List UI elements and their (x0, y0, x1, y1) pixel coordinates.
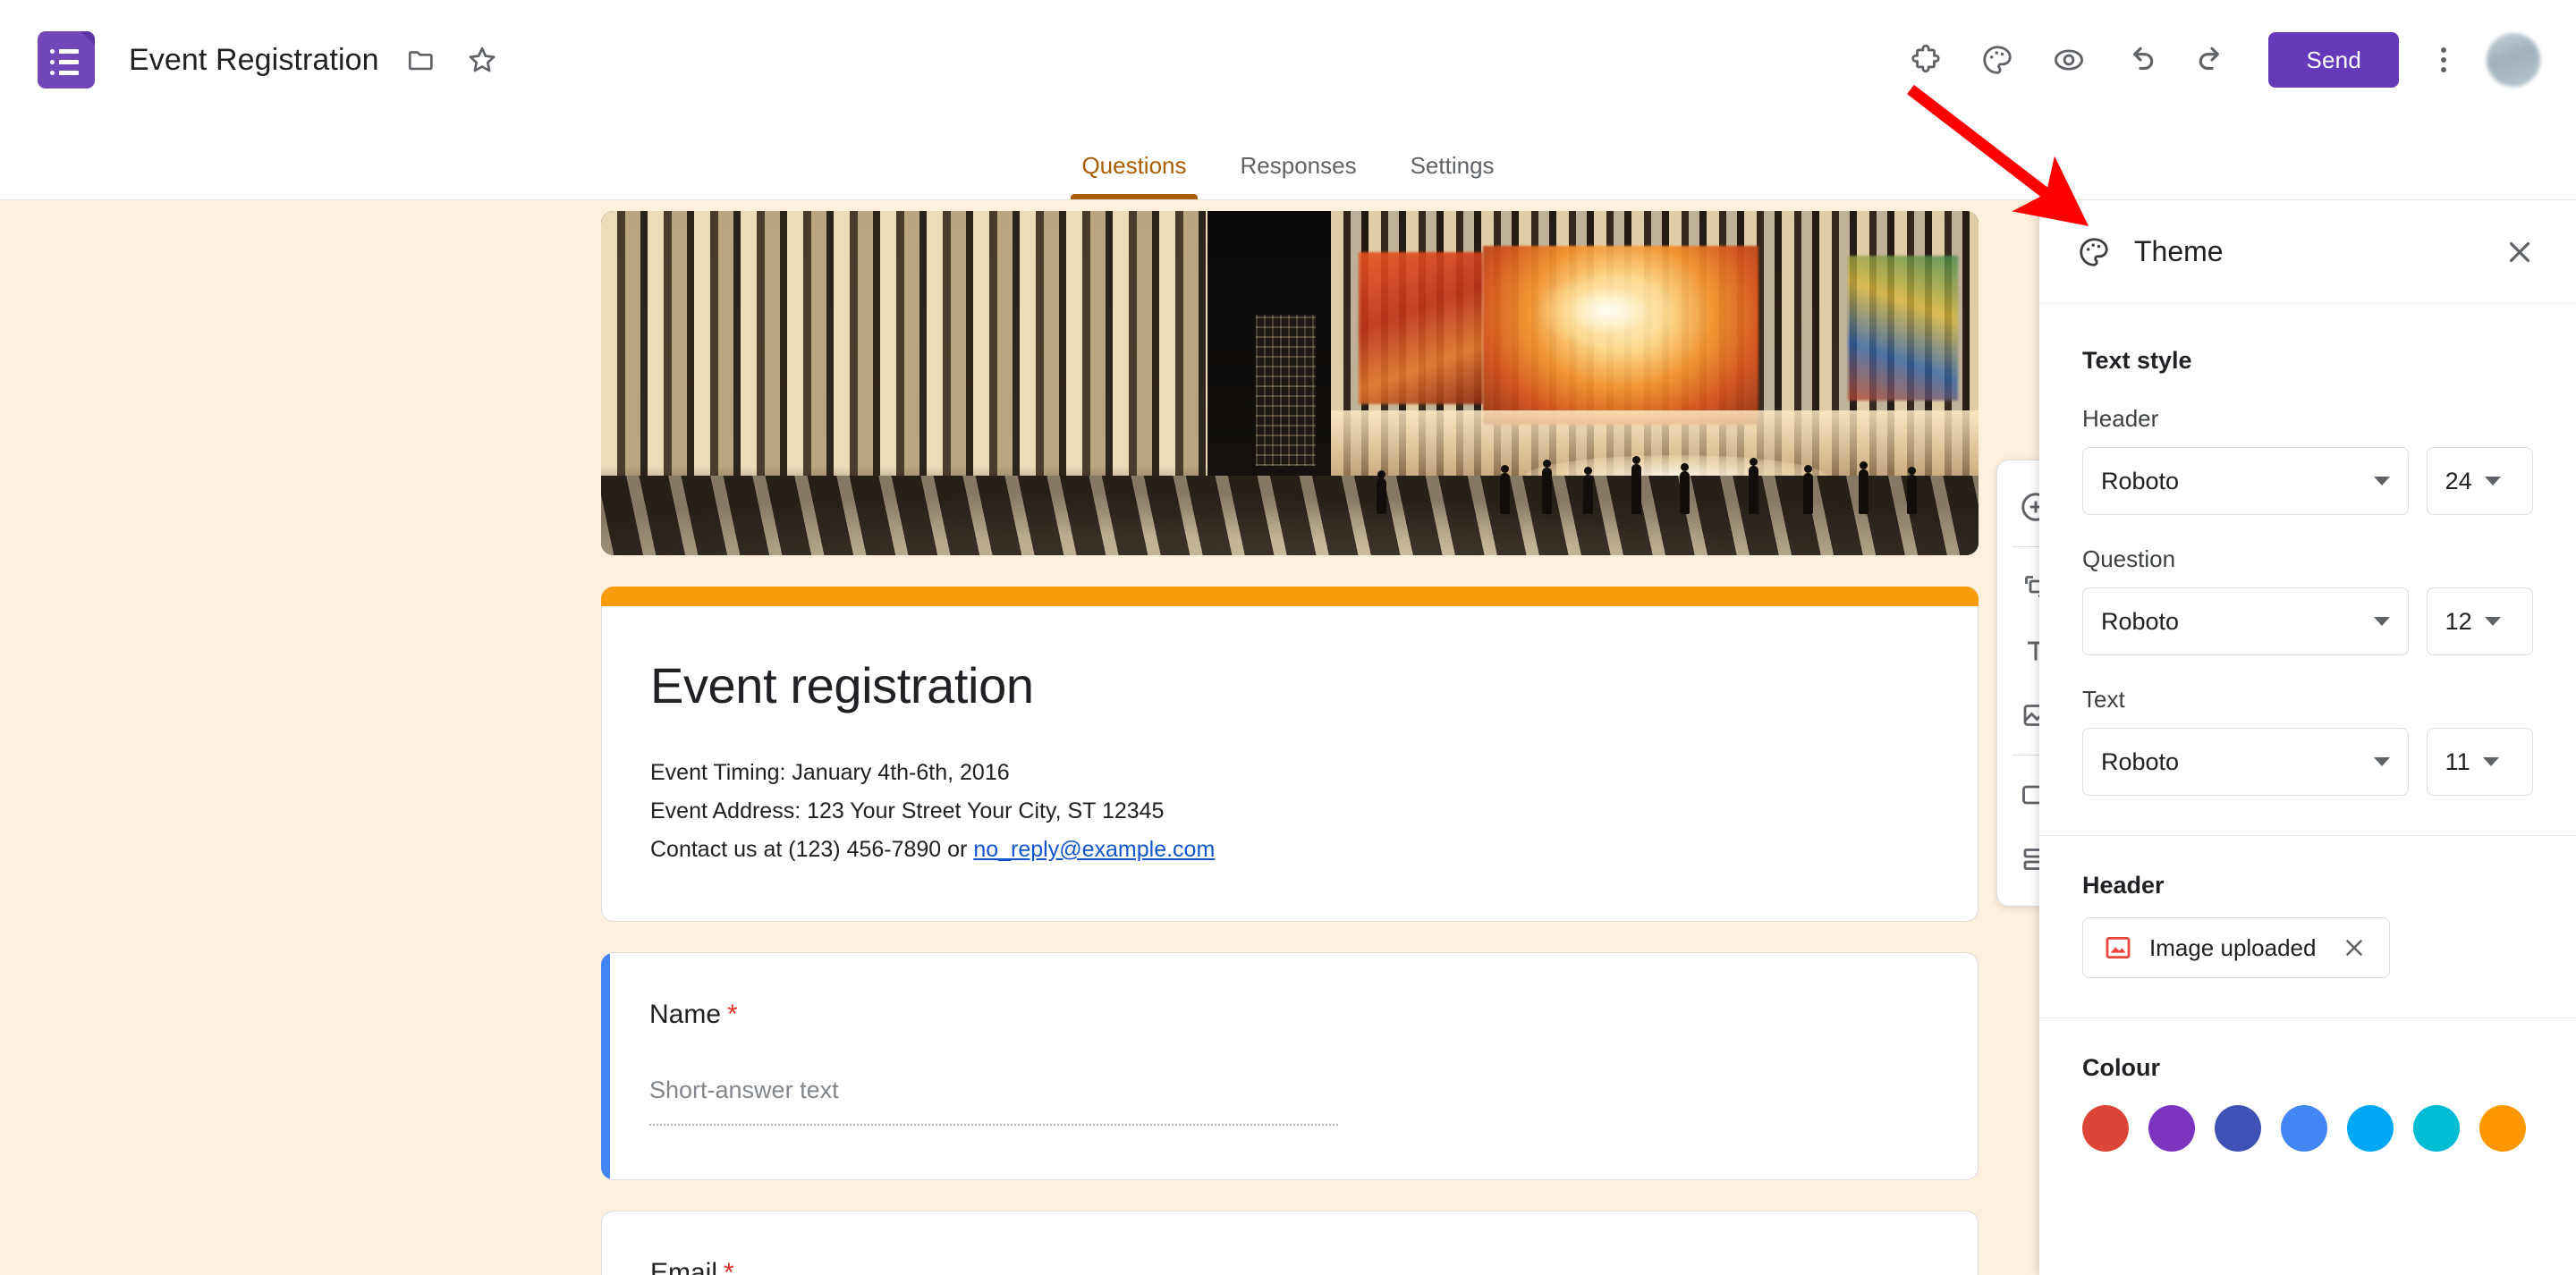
question-font-select[interactable]: Roboto (2082, 587, 2409, 655)
theme-panel-title: Theme (2134, 235, 2224, 267)
text-style-row: Roboto 11 (2082, 728, 2533, 796)
colour-section-title: Colour (2082, 1054, 2160, 1081)
colour-swatch-list (2082, 1105, 2529, 1152)
chevron-down-icon (2484, 477, 2501, 486)
header-style-row: Roboto 24 (2082, 447, 2533, 515)
palette-theme-icon[interactable] (1971, 34, 2023, 86)
question-label: Name * (649, 1000, 1929, 1030)
text-style-label: Text (2082, 686, 2125, 713)
undo-icon[interactable] (2114, 34, 2166, 86)
form-header-image[interactable] (601, 211, 1979, 555)
text-font-select[interactable]: Roboto (2082, 728, 2409, 796)
chevron-down-icon (2482, 757, 2499, 766)
colour-swatch-red[interactable] (2082, 1105, 2129, 1152)
question-card-name[interactable]: Name * Short-answer text (601, 952, 1979, 1180)
header-image-chip[interactable]: Image uploaded (2082, 917, 2391, 978)
puzzle-piece-addons-icon[interactable] (1900, 34, 1952, 86)
image-icon (2103, 933, 2133, 963)
header-style-label: Header (2082, 405, 2159, 432)
header-image-chip-label: Image uploaded (2149, 933, 2317, 961)
tab-questions[interactable]: Questions (1055, 152, 1213, 199)
remove-header-image-icon[interactable] (2339, 933, 2369, 963)
panel-divider (2039, 1017, 2576, 1018)
text-size-select[interactable]: 11 (2426, 728, 2533, 796)
required-star: * (727, 1000, 738, 1029)
star-outline-icon[interactable] (463, 41, 501, 79)
close-icon[interactable] (2496, 228, 2544, 276)
colour-swatch-orange[interactable] (2479, 1105, 2526, 1152)
account-avatar[interactable] (2487, 33, 2540, 87)
theme-panel-header: Theme (2039, 200, 2576, 304)
text-font-value: Roboto (2101, 747, 2180, 775)
question-style-label: Question (2082, 545, 2176, 572)
description-line-1: Event Timing: January 4th-6th, 2016 (650, 760, 1010, 785)
question-title-email: Email (650, 1258, 718, 1275)
theme-panel: Theme Text style Header Roboto 24 Questi… (2039, 200, 2576, 1275)
contact-prefix: Contact us at (123) 456-7890 or (650, 837, 974, 862)
description-line-3: Contact us at (123) 456-7890 or no_reply… (650, 831, 1929, 869)
question-title-name: Name (649, 1000, 722, 1029)
question-card-email[interactable]: Email * (601, 1211, 1979, 1275)
text-size-value: 11 (2445, 747, 2470, 775)
google-forms-logo[interactable] (38, 31, 95, 89)
header-size-value: 24 (2445, 467, 2472, 494)
text-style-section-title: Text style (2082, 347, 2192, 374)
question-style-row: Roboto 12 (2082, 587, 2533, 655)
colour-swatch-light-blue[interactable] (2347, 1105, 2394, 1152)
form-title-card[interactable]: Event registration Event Timing: January… (601, 606, 1979, 922)
question-font-value: Roboto (2101, 607, 2180, 635)
header-size-select[interactable]: 24 (2426, 447, 2533, 515)
colour-swatch-indigo[interactable] (2215, 1105, 2261, 1152)
required-star: * (724, 1258, 734, 1275)
eye-preview-icon[interactable] (2043, 34, 2095, 86)
google-forms-editor: Event Registration Send Questions Respon… (0, 0, 2576, 1275)
header-section-title: Header (2082, 872, 2165, 899)
palette-theme-icon (2077, 235, 2111, 269)
panel-divider (2039, 835, 2576, 836)
editor-tabs: Questions Responses Settings (0, 120, 2576, 200)
form-title[interactable]: Event registration (650, 656, 1929, 714)
colour-swatch-purple[interactable] (2148, 1105, 2195, 1152)
colour-swatch-teal[interactable] (2413, 1105, 2460, 1152)
chevron-down-icon (2373, 617, 2390, 626)
header-font-select[interactable]: Roboto (2082, 447, 2409, 515)
redo-icon[interactable] (2186, 34, 2238, 86)
chevron-down-icon (2373, 757, 2390, 766)
form-description[interactable]: Event Timing: January 4th-6th, 2016 Even… (650, 754, 1929, 869)
contact-email-link[interactable]: no_reply@example.com (973, 837, 1215, 862)
question-size-select[interactable]: 12 (2426, 587, 2533, 655)
move-to-folder-icon[interactable] (402, 41, 440, 79)
header-font-value: Roboto (2101, 467, 2180, 494)
send-button[interactable]: Send (2268, 32, 2399, 88)
description-line-2: Event Address: 123 Your Street Your City… (650, 798, 1165, 823)
form-column: Event registration Event Timing: January… (601, 211, 1979, 1275)
question-size-value: 12 (2445, 607, 2472, 635)
colour-swatch-blue[interactable] (2281, 1105, 2327, 1152)
theme-panel-body: Text style Header Roboto 24 Question Rob… (2039, 304, 2576, 1275)
short-answer-placeholder[interactable]: Short-answer text (649, 1077, 1338, 1126)
document-title[interactable]: Event Registration (129, 43, 379, 78)
chevron-down-icon (2484, 617, 2501, 626)
chevron-down-icon (2373, 477, 2390, 486)
top-bar: Event Registration Send (0, 0, 2576, 120)
question-label: Email * (650, 1258, 1929, 1275)
form-accent-bar (601, 587, 1979, 606)
tab-responses[interactable]: Responses (1214, 152, 1384, 199)
tab-settings[interactable]: Settings (1384, 152, 1521, 199)
more-options-kebab-icon[interactable] (2419, 34, 2469, 86)
